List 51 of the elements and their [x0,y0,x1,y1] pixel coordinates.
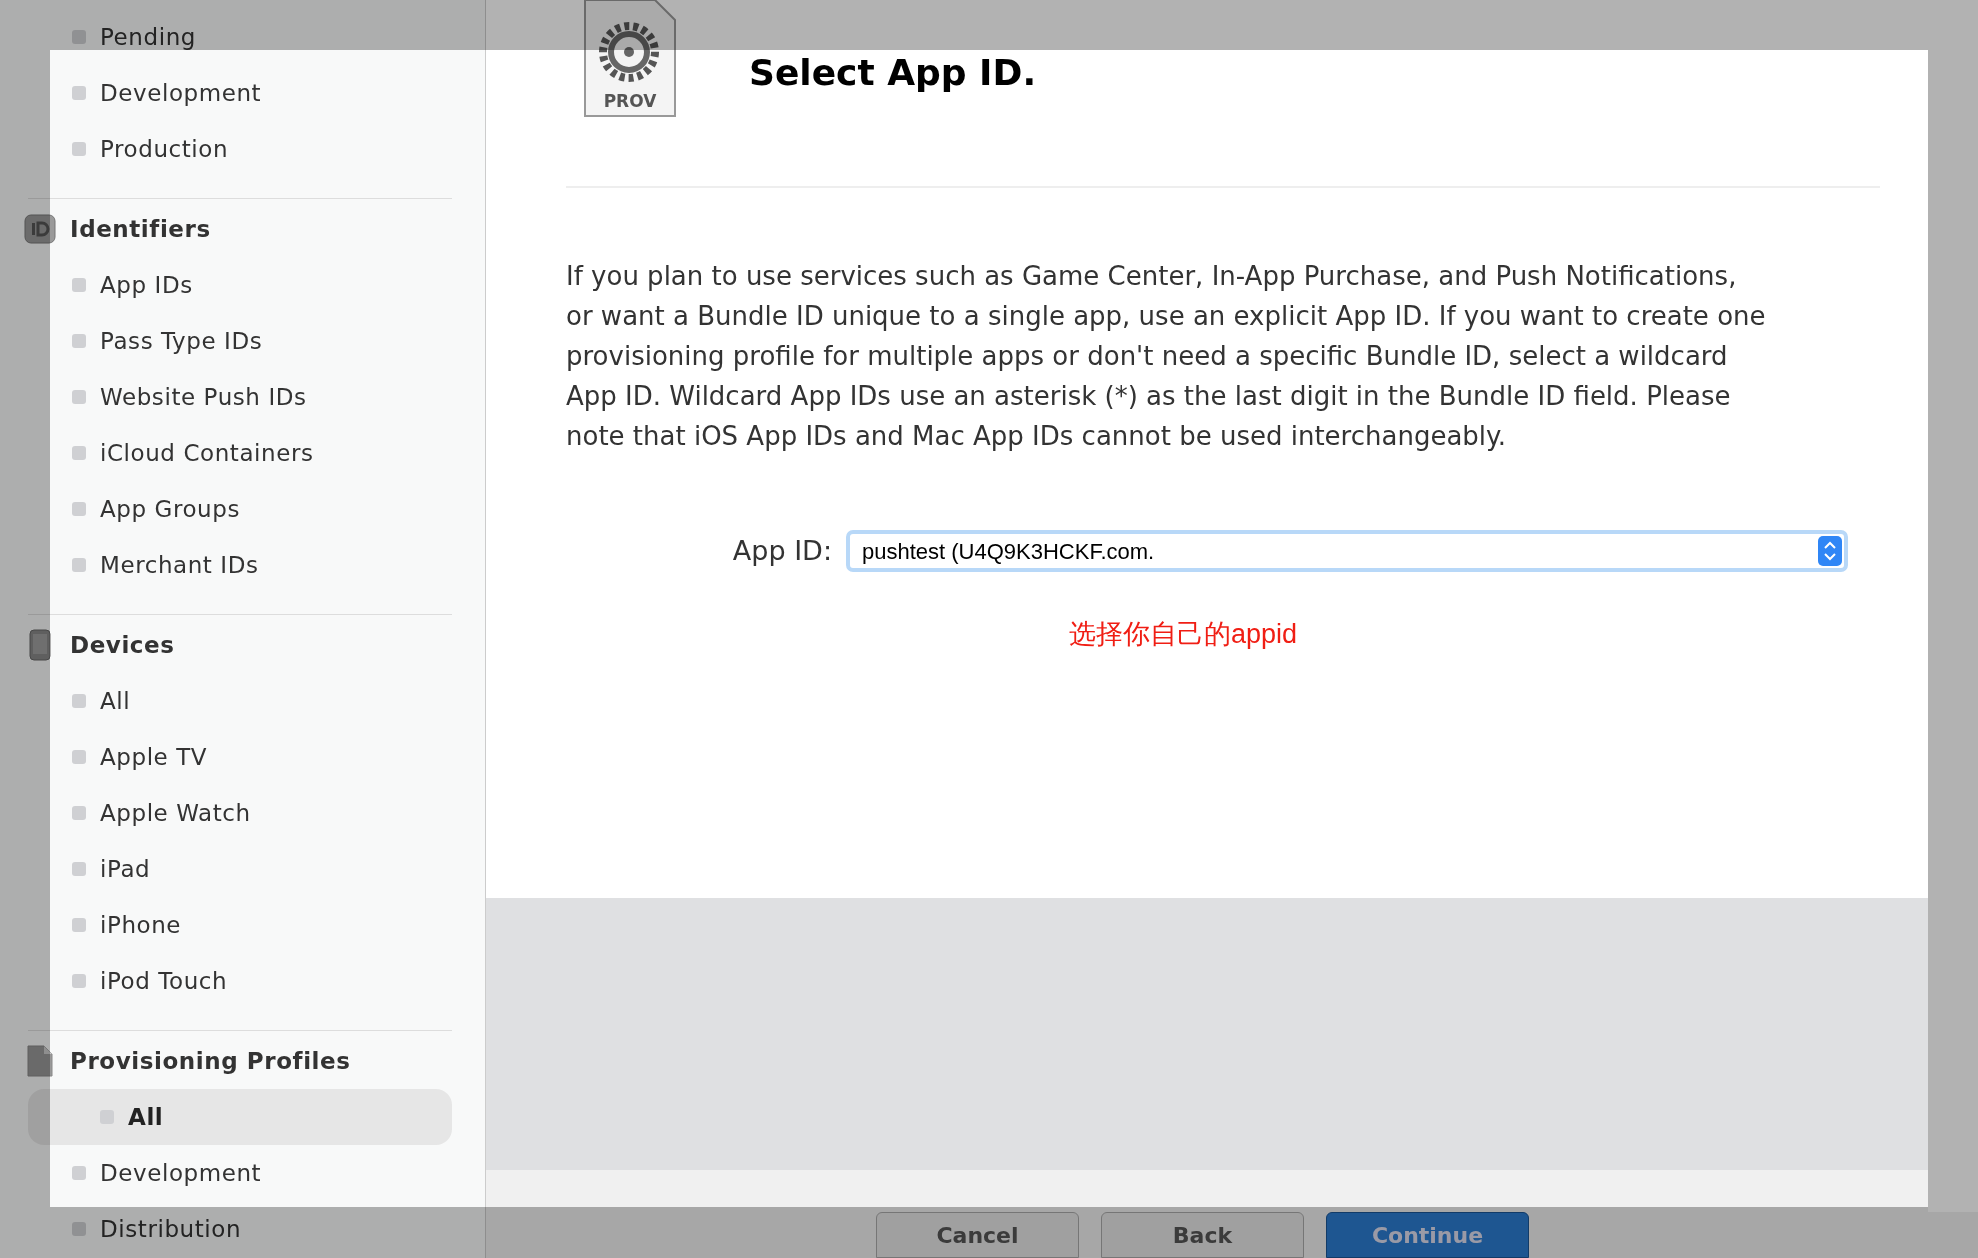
bullet-icon [72,446,86,460]
app-id-label: App ID: [731,533,833,568]
bullet-icon [72,502,86,516]
bullet-icon [72,1222,86,1236]
sidebar-item[interactable]: App Groups [0,481,485,537]
bullet-icon [72,558,86,572]
sidebar-item[interactable]: All [0,673,485,729]
sidebar-item[interactable]: Pending [0,9,485,65]
bullet-icon [72,86,86,100]
bullet-icon [72,390,86,404]
secondary-button[interactable]: Cancel [876,1212,1079,1258]
bullet-icon [72,918,86,932]
bullet-icon [72,278,86,292]
sidebar-item[interactable]: All [28,1089,452,1145]
bullet-icon [72,142,86,156]
phone-icon [29,629,51,661]
id-badge-icon [24,213,56,245]
section-heading: Identifiers [70,214,211,244]
bullet-icon [72,1166,86,1180]
annotation-note: 选择你自己的appid [1068,618,1298,651]
document-icon [27,1045,53,1077]
sidebar-item[interactable]: Apple TV [0,729,485,785]
file-type-label: PROV [603,91,657,111]
sidebar-item[interactable]: Production [0,121,485,177]
bullet-icon [72,30,86,44]
section-heading: Devices [70,630,175,660]
sidebar-item[interactable]: Distribution [0,1201,485,1257]
sidebar-item[interactable]: Merchant IDs [0,537,485,593]
section-heading: Provisioning Profiles [70,1046,351,1076]
sidebar-item[interactable]: iPhone [0,897,485,953]
bullet-icon [72,750,86,764]
sidebar-item[interactable]: App IDs [0,257,485,313]
sidebar-item[interactable]: Development [0,65,485,121]
sidebar-item[interactable]: Website Push IDs [0,369,485,425]
app-id-select[interactable]: pushtest (U4Q9K3HCKF.com. [846,530,1848,572]
secondary-button[interactable]: Back [1101,1212,1304,1258]
gear-icon [599,22,659,82]
bullet-icon [72,806,86,820]
bullet-icon [72,334,86,348]
bullet-icon [72,974,86,988]
sidebar-item[interactable]: iPad [0,841,485,897]
sidebar-item[interactable]: iCloud Containers [0,425,485,481]
sidebar-item[interactable]: iPod Touch [0,953,485,1009]
description-text: If you plan to use services such as Game Center, In-App Purchase, and Push Notifications, or want a Bundle ID unique to a single app, use an explicit App ID. If you want to create one provisioning profile for multiple apps or don't need a specific Bundle ID, select a wildcard App ID. Wildcard App IDs use an asterisk (*) as the last digit in the Bundle ID field. Please note that iOS App IDs and Mac App IDs cannot be used interchangeably. [566,260,1766,453]
sidebar-item[interactable]: Pass Type IDs [0,313,485,369]
bullet-icon [72,862,86,876]
sidebar-item[interactable]: Development [0,1145,485,1201]
bullet-icon [72,694,86,708]
sidebar-item[interactable]: Apple Watch [0,785,485,841]
stepper-arrows-icon [1818,536,1842,566]
page-title: Select App ID. [749,51,1037,95]
